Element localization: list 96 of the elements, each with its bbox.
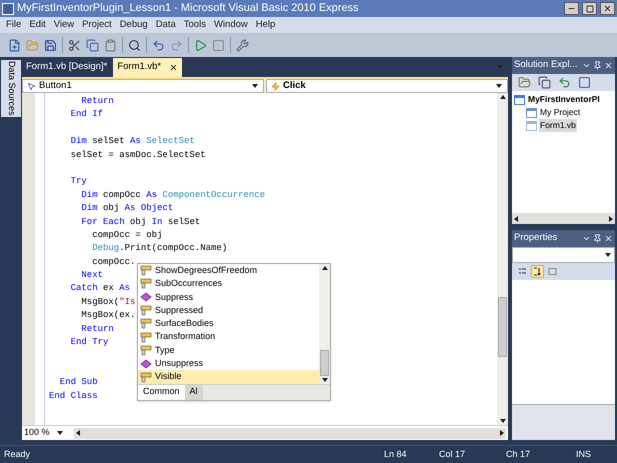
scroll-thumb[interactable] [320,350,329,376]
code-line: End Try [70,336,108,350]
close-icon [603,4,612,13]
column-number: Col 17 [439,448,466,461]
code-line: Return [80,322,114,336]
completion-item[interactable]: Suppress [138,290,319,304]
code-line: End Sub [58,376,98,390]
menu-item[interactable]: File [2,18,26,32]
completion-item[interactable]: SubOccurrences [138,277,319,291]
code-line: Dim obj As Object [80,202,174,216]
tree-item[interactable]: Form1.vb [539,119,577,132]
copy-icon[interactable] [84,36,101,54]
zoom-dropdown[interactable]: 100 % [24,426,72,440]
dropdown-arrow-icon [251,82,259,90]
maximize-button[interactable] [582,2,597,15]
property-icon [140,332,152,343]
lightning-icon [271,82,280,90]
char-number: Ch 17 [506,448,532,461]
completion-item[interactable]: Transformation [138,330,319,344]
event-dropdown[interactable]: Click [266,79,508,93]
list-scrollbar[interactable] [319,264,330,384]
property-icon [140,305,152,316]
app-icon [2,2,14,14]
list-tab[interactable]: Al [184,384,203,400]
code-line: selSet = asmDoc.SelectSet [70,148,206,162]
code-line: Try [70,175,87,188]
tab-list-icon [496,63,504,71]
code-line: Return [80,95,114,108]
menu-item[interactable]: View [50,18,78,32]
window-title: MyFirstInventorPlugin_Lesson1 - Microsoft Visual Basic 2010 Express [17,1,360,16]
scroll-right-icon [498,429,506,437]
code-line: Dim selSet As SelectSet [70,135,195,148]
code-line: End Class [49,390,98,403]
wrench-icon[interactable] [234,36,251,54]
editor-tab[interactable]: Form1.vb [Design]* [22,58,112,77]
menu-item[interactable]: Debug [116,18,152,32]
property-icon [140,278,152,290]
menu-item[interactable]: Project [78,18,116,32]
menu-item[interactable]: Tools [180,18,210,32]
code-line: Dim compOcc As ComponentOccurrence [80,188,266,202]
code-line: compOcc. [91,256,136,269]
dropdown-icon[interactable] [582,234,591,243]
maximize-icon [586,4,594,12]
completion-item[interactable]: Type [138,344,319,358]
completion-item[interactable]: ShowDegreesOfFreedom [138,264,319,278]
method-icon [140,292,152,302]
completion-item[interactable]: Visible [138,370,319,384]
scroll-left-icon [74,429,82,437]
dropdown-arrow-icon [604,251,612,259]
dropdown-arrow-icon [56,429,64,437]
object-dropdown[interactable]: Button1 [22,79,264,93]
completion-item[interactable]: SurfaceBodies [138,317,319,330]
code-line: MsgBox(ex. [80,309,136,322]
code-line: End If [70,108,104,122]
copy-icon[interactable] [536,74,553,91]
code-line: For Each obj In selSet [80,216,200,229]
dropdown-icon[interactable] [582,61,591,70]
horizontal-scrollbar[interactable] [512,213,615,224]
minimize-button[interactable] [564,2,579,15]
editor-tab[interactable]: Form1.vb* [113,58,182,77]
panel-title: Properties [514,231,558,246]
list-tab[interactable]: Common [138,384,185,400]
status-message: Ready [4,448,32,461]
side-tab[interactable]: Data Sources [1,60,21,117]
menu-item[interactable]: Window [210,18,252,32]
close-icon[interactable] [169,63,178,72]
close-icon[interactable] [604,234,613,243]
scroll-up-icon [320,264,328,272]
completion-item[interactable]: Suppressed [138,304,319,318]
close-button[interactable] [600,2,615,15]
cursor-icon [27,82,36,90]
code-line: Debug.Print(compOcc.Name) [91,242,228,256]
completion-item[interactable]: Unsuppress [138,357,319,370]
tree-item[interactable]: MyFirstInventorPl [527,93,601,106]
close-icon[interactable] [604,61,613,70]
code-line: MsgBox("Is [80,296,136,309]
form-icon [526,120,537,130]
code-line: compOcc = obj [91,228,162,242]
vertical-scrollbar[interactable] [497,93,508,425]
code-line: Catch ex As [70,282,130,296]
panel-title: Solution Expl... [514,58,578,72]
menu-item[interactable]: Edit [25,18,50,32]
scroll-thumb[interactable] [498,297,507,357]
insert-mode: INS [576,448,592,461]
dropdown-arrow-icon [495,82,503,90]
line-number: Ln 84 [384,448,408,461]
property-icon [140,265,152,276]
property-icon [140,318,152,330]
pin-icon[interactable] [593,61,602,70]
horizontal-scrollbar[interactable] [74,428,506,438]
tree-item[interactable]: My Project [539,106,582,119]
code-line: Next [80,269,104,282]
pin-icon[interactable] [593,234,602,243]
menu-item[interactable]: Data [152,18,180,32]
property-icon [140,344,152,356]
menu-item[interactable]: Help [252,18,280,32]
